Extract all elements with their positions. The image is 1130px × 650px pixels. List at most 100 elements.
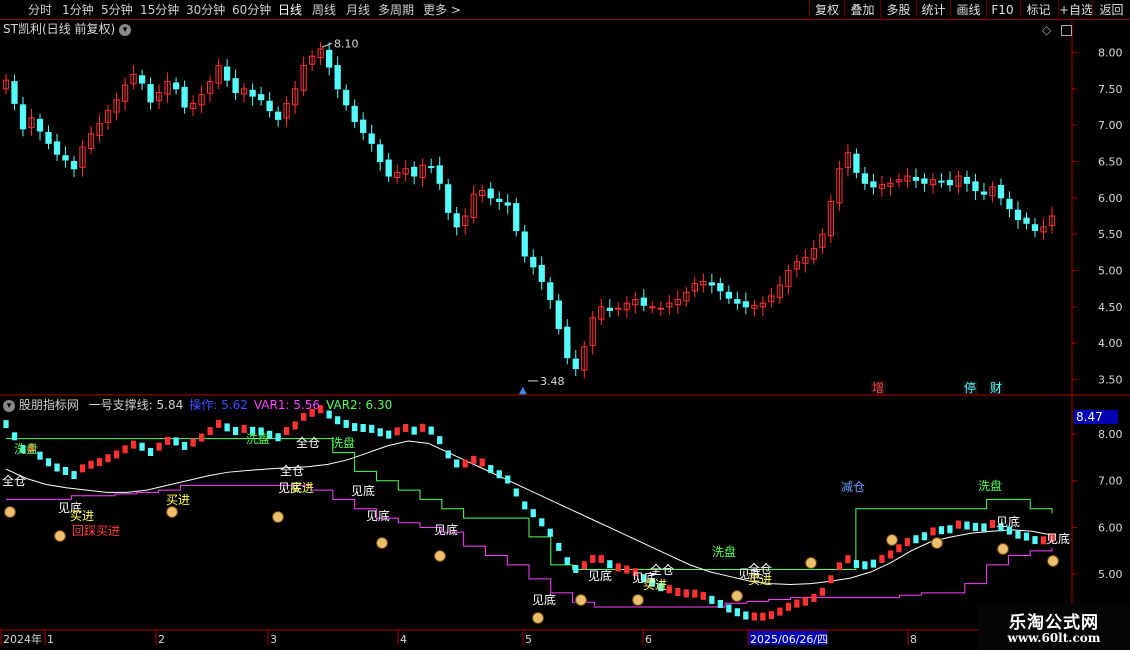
candle-body	[538, 264, 545, 282]
candle-body	[870, 181, 877, 188]
high-annotation-label: 8.10	[334, 37, 359, 50]
time-axis-label-7: 2025/06/26/四	[750, 633, 828, 646]
watermark-name: 乐淘公式网	[1009, 613, 1099, 633]
operate-bar	[190, 438, 196, 447]
operate-bar	[428, 426, 434, 435]
candle-body	[530, 256, 537, 268]
candle-body	[453, 213, 460, 228]
operate-bar	[386, 430, 392, 439]
signal-label-21: 买进	[70, 509, 94, 523]
operate-bar	[224, 423, 230, 432]
operate-bar	[79, 464, 86, 473]
candle-body	[1006, 198, 1013, 210]
operate-bar	[411, 426, 417, 435]
candle-body	[640, 297, 647, 306]
operate-bar	[1032, 536, 1038, 545]
candle-body	[708, 282, 715, 286]
time-axis-label-6: 6	[645, 633, 652, 646]
signal-label-6: 全仓	[280, 463, 304, 478]
time-axis-label-4: 4	[400, 633, 407, 646]
time-axis-label-1: 1	[47, 633, 54, 646]
operate-bar	[828, 575, 834, 584]
operate-bar	[870, 559, 877, 568]
legend-name-1: 操作	[189, 398, 214, 412]
operate-bar	[105, 454, 111, 463]
candle-body	[504, 202, 511, 206]
candle-body	[572, 358, 579, 370]
main-tick-label-7: 4.50	[1098, 301, 1123, 314]
operate-bar	[921, 532, 928, 541]
main-tick-label-8: 4.00	[1098, 337, 1123, 350]
legend-value-0: : 5.84	[148, 398, 184, 412]
operate-bar	[981, 523, 987, 532]
main-tick-label-4: 6.00	[1098, 192, 1123, 205]
operate-bar	[62, 466, 69, 475]
legend-value-2: : 5.56	[285, 398, 321, 412]
legend-value-3: : 6.30	[357, 398, 393, 412]
candle-body	[368, 133, 375, 144]
diamond-icon[interactable]: ◇	[1042, 23, 1051, 37]
operate-bar	[879, 554, 885, 563]
operate-bar	[853, 560, 860, 569]
operate-bar	[1023, 532, 1030, 541]
operate-bar	[785, 602, 792, 611]
operate-bar	[71, 471, 77, 480]
signal-label-22: 买进	[166, 493, 190, 507]
operate-bar	[54, 463, 60, 472]
money-bag-icon	[731, 590, 743, 602]
candle-body	[861, 173, 869, 184]
watermark-url: www.60lt.com	[1007, 631, 1101, 645]
operate-bar	[445, 450, 451, 459]
operate-bar	[972, 522, 979, 531]
operate-bar	[3, 420, 9, 429]
chart-area: 8.00 7.50 7.00 6.50 6.00 5.50 5.00 4.50 4.00 3.50…	[0, 20, 1130, 646]
candle-body	[326, 49, 333, 68]
operate-bar	[420, 423, 426, 432]
candle-body	[997, 184, 1005, 199]
candle-body	[232, 78, 239, 93]
candle-body	[147, 83, 154, 103]
operate-bar	[130, 440, 137, 449]
operate-bar	[734, 608, 740, 617]
candle-body	[181, 86, 188, 108]
operate-bar	[581, 561, 587, 570]
legend-name-2: VAR1	[253, 398, 286, 412]
signal-label-12: 见底	[351, 483, 375, 498]
candle-body	[70, 161, 78, 170]
operate-bar	[726, 604, 732, 613]
operate-bar	[360, 423, 366, 432]
candle-body	[223, 66, 231, 81]
signal-label-2: 洗盘	[331, 435, 355, 450]
main-chart-corner-controls: ◇	[1042, 23, 1073, 37]
candle-body	[343, 89, 350, 106]
operate-bar	[930, 527, 936, 536]
legend-name-0: 一号支撑线	[88, 398, 149, 412]
operate-bar	[887, 550, 894, 559]
title-menu-icon[interactable]: ▾	[118, 23, 131, 36]
operate-bar	[522, 501, 528, 510]
indicator-menu-icon[interactable]: ▾	[3, 399, 15, 412]
candle-body	[657, 307, 664, 310]
operate-bar	[283, 427, 290, 436]
operate-bar	[938, 526, 945, 535]
candle-body	[946, 179, 954, 186]
operate-bar	[122, 445, 128, 454]
operate-bar	[692, 589, 698, 598]
operate-bar	[88, 460, 94, 469]
operate-bar	[377, 428, 383, 437]
high-annotation-arrow	[321, 42, 333, 48]
operate-bar	[802, 597, 809, 606]
legend-value-1: : 5.62	[213, 398, 248, 412]
operate-bar	[683, 589, 689, 598]
money-bag-icon	[166, 506, 178, 518]
window-toggle-icon[interactable]	[1061, 25, 1073, 36]
operate-bar	[292, 421, 298, 430]
operate-bar	[896, 544, 902, 553]
candle-body	[496, 198, 503, 202]
money-bag-icon	[575, 594, 587, 606]
candle-body	[257, 94, 265, 101]
operate-bar	[947, 525, 953, 534]
candle-body	[172, 82, 180, 90]
operate-bar	[913, 535, 919, 544]
signal-label-4: 洗盘	[978, 478, 1002, 493]
